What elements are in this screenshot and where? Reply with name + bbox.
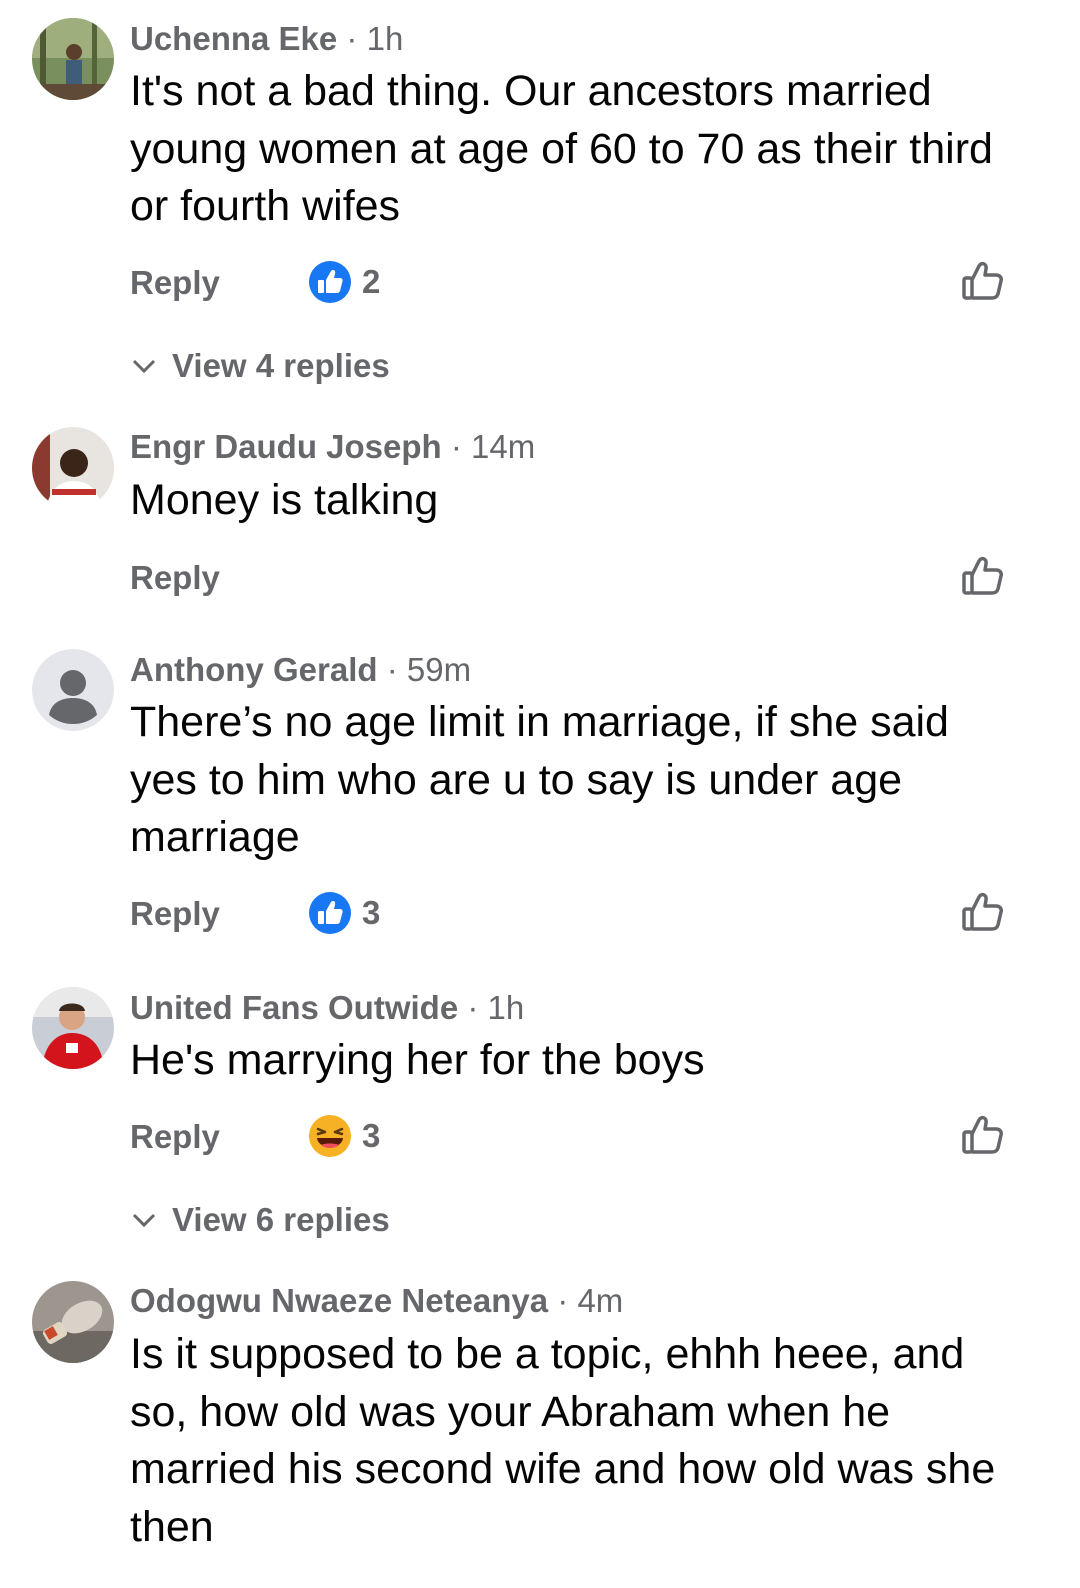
comment-actions: Reply 3 <box>0 1112 1080 1162</box>
thumbs-up-outline-icon[interactable] <box>960 889 1006 935</box>
reply-button[interactable]: Reply <box>130 1117 220 1157</box>
avatar[interactable] <box>32 427 114 509</box>
author-name[interactable]: Engr Daudu Joseph <box>130 428 442 465</box>
reaction-count: 3 <box>362 1117 381 1154</box>
avatar[interactable] <box>32 18 114 100</box>
view-replies-link[interactable]: View 6 replies <box>130 1200 390 1240</box>
comment-text: Is it supposed to be a topic, ehhh heee,… <box>130 1330 996 1551</box>
comment-actions: Reply 3 <box>0 889 1080 939</box>
separator-dot: · <box>557 1282 569 1319</box>
comment-text: It's not a bad thing. Our ancestors marr… <box>130 67 993 230</box>
reaction-summary[interactable]: 2 <box>308 260 380 304</box>
timestamp[interactable]: 14m <box>471 428 535 465</box>
comment-header: Anthony Gerald · 59m <box>130 650 471 690</box>
view-replies-label: View 4 replies <box>172 347 390 384</box>
reply-button[interactable]: Reply <box>130 558 220 598</box>
comment-header: Uchenna Eke · 1h <box>130 19 403 59</box>
timestamp[interactable]: 1h <box>367 20 404 57</box>
author-name[interactable]: Uchenna Eke <box>130 20 337 57</box>
reaction-summary[interactable]: 3 <box>308 891 380 935</box>
comment-text: There’s no age limit in marriage, if she… <box>130 698 949 861</box>
timestamp[interactable]: 1h <box>488 989 525 1026</box>
separator-dot: · <box>386 651 398 688</box>
comment-header: Odogwu Nwaeze Neteanya · 4m <box>130 1281 623 1321</box>
comment-actions: Reply <box>0 553 1080 603</box>
reaction-count: 2 <box>362 263 381 300</box>
avatar[interactable] <box>32 987 114 1069</box>
separator-dot: · <box>467 989 479 1026</box>
comment-actions: Reply 2 <box>0 258 1080 308</box>
chevron-down-icon <box>132 359 156 374</box>
like-reaction-icon <box>309 261 351 303</box>
haha-reaction-icon <box>309 1115 351 1157</box>
chevron-down-icon <box>132 1213 156 1228</box>
avatar[interactable] <box>32 1281 114 1363</box>
comment-header: United Fans Outwide · 1h <box>130 988 524 1028</box>
view-replies-label: View 6 replies <box>172 1201 390 1238</box>
reaction-count: 3 <box>362 894 381 931</box>
comment-text: Money is talking <box>130 476 439 524</box>
reply-button[interactable]: Reply <box>130 894 220 934</box>
thumbs-up-outline-icon[interactable] <box>960 553 1006 599</box>
separator-dot: · <box>346 20 358 57</box>
author-name[interactable]: Odogwu Nwaeze Neteanya <box>130 1282 548 1319</box>
reaction-summary[interactable]: 3 <box>308 1114 380 1158</box>
like-reaction-icon <box>309 892 351 934</box>
reply-button[interactable]: Reply <box>130 263 220 303</box>
comment-text: He's marrying her for the boys <box>130 1036 705 1084</box>
author-name[interactable]: Anthony Gerald <box>130 651 378 688</box>
comment-header: Engr Daudu Joseph · 14m <box>130 427 535 467</box>
thumbs-up-outline-icon[interactable] <box>960 258 1006 304</box>
view-replies-link[interactable]: View 4 replies <box>130 346 390 386</box>
person-silhouette-icon[interactable] <box>32 649 114 731</box>
thumbs-up-outline-icon[interactable] <box>960 1112 1006 1158</box>
separator-dot: · <box>450 428 462 465</box>
timestamp[interactable]: 4m <box>577 1282 623 1319</box>
author-name[interactable]: United Fans Outwide <box>130 989 458 1026</box>
timestamp[interactable]: 59m <box>407 651 471 688</box>
